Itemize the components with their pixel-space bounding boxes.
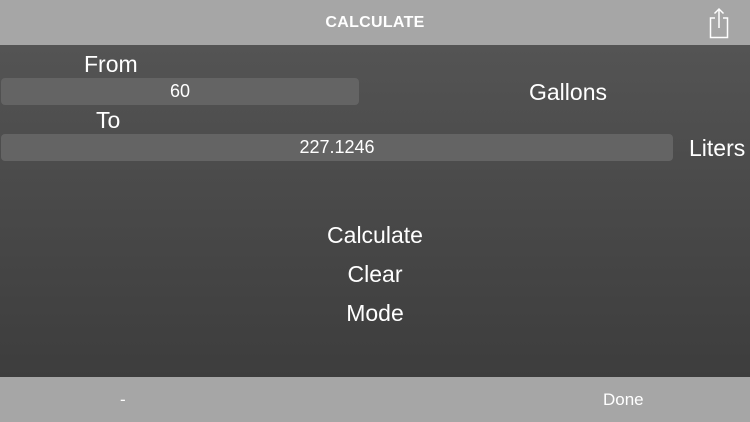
navigation-bar: CALCULATE (0, 0, 750, 45)
converter-screen: CALCULATE From Gallons To Liters Calcula… (0, 0, 750, 422)
to-value-field[interactable] (1, 134, 673, 161)
clear-button[interactable]: Clear (348, 261, 403, 287)
to-label: To (96, 107, 121, 133)
bottom-toolbar: - Done (0, 377, 750, 422)
calculate-button[interactable]: Calculate (327, 222, 423, 248)
minus-button[interactable]: - (120, 377, 126, 422)
mode-button[interactable]: Mode (346, 300, 404, 326)
calculate-row: Calculate (0, 220, 750, 250)
to-unit-selector[interactable]: Liters (689, 135, 745, 162)
share-button[interactable] (706, 7, 732, 39)
page-title: CALCULATE (325, 14, 425, 31)
mode-row: Mode (0, 298, 750, 328)
done-button[interactable]: Done (603, 377, 644, 422)
from-value-field[interactable] (1, 78, 359, 105)
from-unit-selector[interactable]: Gallons (529, 79, 607, 106)
share-icon (709, 7, 729, 39)
clear-row: Clear (0, 259, 750, 289)
from-label: From (84, 51, 138, 77)
